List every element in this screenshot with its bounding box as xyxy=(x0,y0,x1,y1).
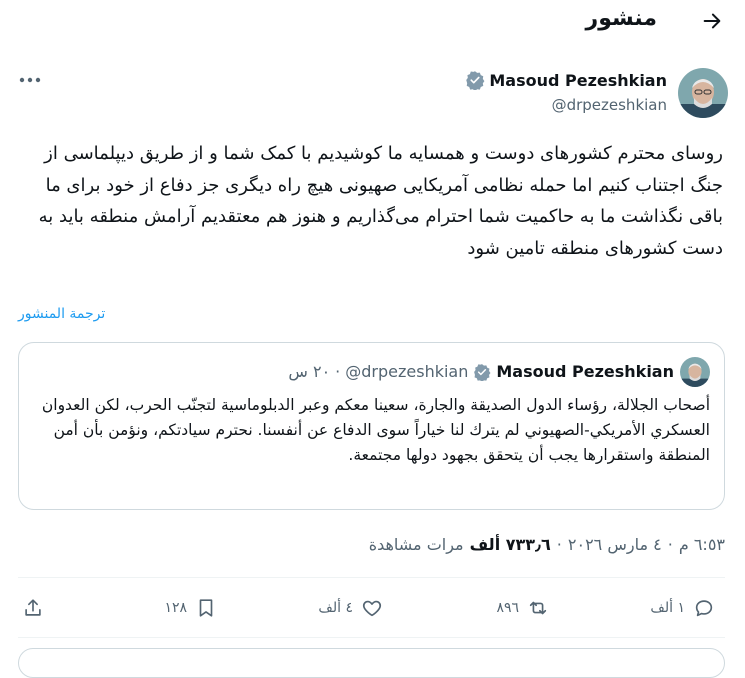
reply-count: ١ ألف xyxy=(650,600,685,616)
views-label: مرات مشاهدة xyxy=(368,535,464,554)
repost-count: ٨٩٦ xyxy=(496,600,519,616)
share-icon xyxy=(25,599,41,616)
post-date[interactable]: ٤ مارس ٢٠٢٦ xyxy=(568,535,662,554)
author-name: Masoud Pezeshkian xyxy=(489,70,667,90)
quote-avatar xyxy=(680,357,710,387)
like-count: ٤ ألف xyxy=(318,600,353,616)
divider xyxy=(18,577,725,578)
page-title: منشور xyxy=(585,6,657,31)
reply-icon xyxy=(695,600,713,617)
like-icon xyxy=(362,600,382,617)
translate-post-link[interactable]: ترجمة المنشور xyxy=(18,306,105,322)
repost-button[interactable]: ٨٩٦ xyxy=(496,594,549,622)
bookmark-count: ١٢٨ xyxy=(164,600,187,616)
quote-handle: @drpezeshkian xyxy=(345,362,469,381)
quote-separator: · xyxy=(335,362,341,381)
repost-icon xyxy=(529,601,547,615)
reply-composer[interactable] xyxy=(18,648,725,678)
quote-time: ٢٠ س xyxy=(288,362,331,381)
reply-button[interactable]: ١ ألف xyxy=(650,594,715,622)
author-handle[interactable]: @drpezeshkian xyxy=(552,96,667,114)
share-button[interactable] xyxy=(22,594,44,622)
avatar[interactable] xyxy=(678,68,728,118)
post-meta: ٦:٥٣ م · ٤ مارس ٢٠٢٦ · ٧٣٣٫٦ ألف مرات مش… xyxy=(369,535,725,554)
like-button[interactable]: ٤ ألف xyxy=(318,594,383,622)
post-text: روسای محترم کشورهای دوست و همسایه ما کوش… xyxy=(38,143,723,259)
meta-separator: · xyxy=(556,535,562,554)
divider xyxy=(18,637,725,638)
verified-badge-icon xyxy=(465,70,485,90)
more-button[interactable] xyxy=(18,70,42,90)
more-icon xyxy=(19,77,41,83)
views-count: ٧٣٣٫٦ ألف xyxy=(469,535,551,554)
bookmark-button[interactable]: ١٢٨ xyxy=(164,594,217,622)
verified-badge-icon xyxy=(473,363,491,381)
bookmark-icon xyxy=(199,599,213,617)
quote-header: ٢٠ س · @drpezeshkian Masoud Pezeshkian xyxy=(288,362,674,381)
meta-separator: · xyxy=(667,535,673,554)
post-time[interactable]: ٦:٥٣ م xyxy=(679,535,725,554)
author-name-row[interactable]: Masoud Pezeshkian xyxy=(465,70,667,90)
quote-author-name: Masoud Pezeshkian xyxy=(496,362,674,381)
quote-text: أصحاب الجلالة، رؤساء الدول الصديقة والجا… xyxy=(41,396,710,464)
back-button[interactable] xyxy=(697,6,727,36)
quoted-post[interactable]: ٢٠ س · @drpezeshkian Masoud Pezeshkian أ… xyxy=(18,342,725,510)
back-arrow-icon xyxy=(703,13,721,29)
action-bar: ١ ألف ٨٩٦ ٤ ألف ١٢٨ xyxy=(18,594,725,622)
